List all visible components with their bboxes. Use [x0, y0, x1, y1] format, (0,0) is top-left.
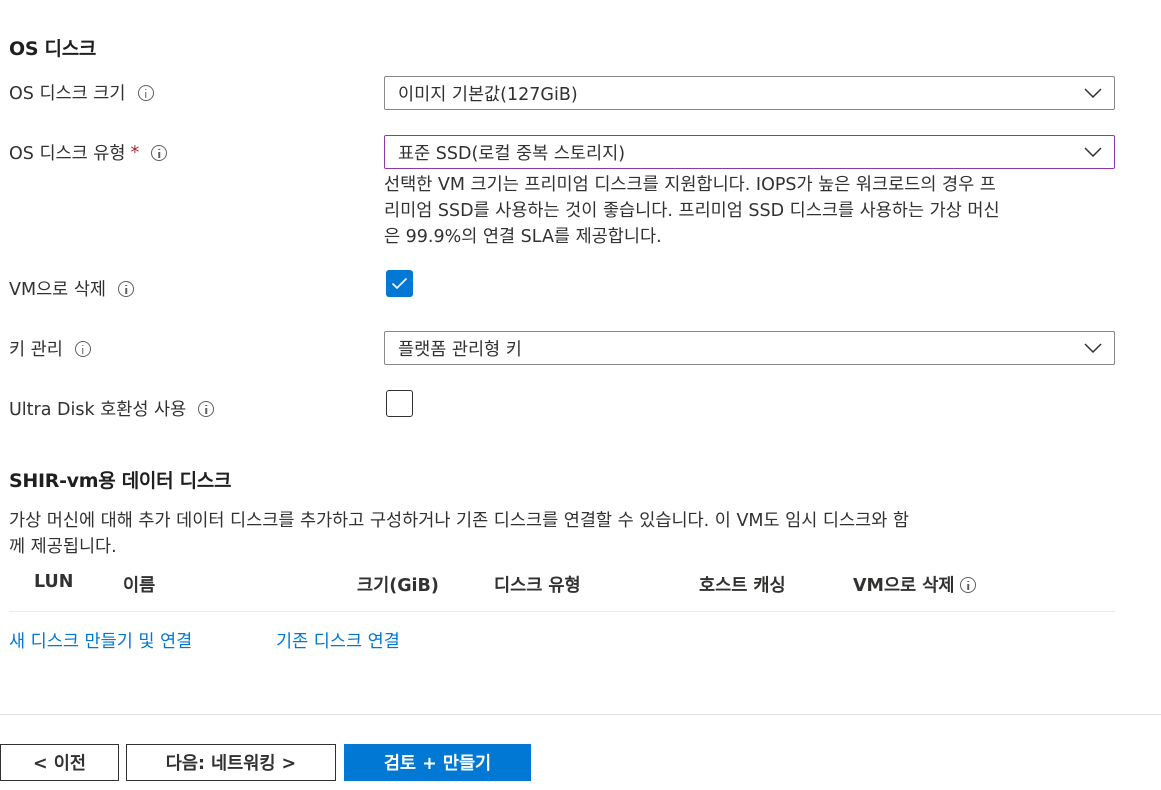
data-disks-section-title: SHIR-vm용 데이터 디스크: [9, 470, 232, 492]
info-icon[interactable]: [151, 144, 168, 161]
info-icon[interactable]: [960, 576, 977, 593]
required-marker: *: [130, 142, 140, 163]
key-management-dropdown[interactable]: 플랫폼 관리형 키: [384, 331, 1115, 365]
os-disk-size-label: OS 디스크 크기: [9, 80, 154, 105]
delete-with-vm-label-text: VM으로 삭제: [9, 280, 107, 300]
os-disk-type-value: 표준 SSD(로컬 중복 스토리지): [398, 143, 626, 164]
os-disk-size-dropdown[interactable]: 이미지 기본값(127GiB): [384, 76, 1115, 110]
key-management-label: 키 관리: [9, 336, 91, 361]
os-disk-type-label: OS 디스크 유형 *: [9, 140, 168, 165]
column-header-disk-type: 디스크 유형: [494, 576, 581, 596]
help-line: 선택한 VM 크기는 프리미엄 디스크를 지원합니다. IOPS가 높은 워크로…: [384, 175, 996, 195]
footer-divider: [0, 714, 1161, 715]
info-icon[interactable]: [137, 84, 154, 101]
info-icon[interactable]: [74, 340, 91, 357]
info-icon[interactable]: [118, 280, 135, 297]
chevron-down-icon: [1084, 147, 1102, 157]
help-line: 리미엄 SSD를 사용하는 것이 좋습니다. 프리미엄 SSD 디스크를 사용하…: [384, 201, 1000, 221]
description-line: 께 제공됩니다.: [9, 537, 117, 557]
data-disks-description: 가상 머신에 대해 추가 데이터 디스크를 추가하고 구성하거나 기존 디스크를…: [9, 508, 1139, 560]
os-disk-section-title: OS 디스크: [9, 38, 97, 60]
ultra-disk-checkbox[interactable]: [386, 390, 413, 417]
description-line: 가상 머신에 대해 추가 데이터 디스크를 추가하고 구성하거나 기존 디스크를…: [9, 511, 909, 531]
next-networking-button[interactable]: 다음: 네트워킹 >: [126, 744, 336, 781]
os-disk-type-help-text: 선택한 VM 크기는 프리미엄 디스크를 지원합니다. IOPS가 높은 워크로…: [384, 172, 1124, 250]
key-management-label-text: 키 관리: [9, 340, 63, 360]
checkmark-icon: [391, 277, 408, 290]
delete-with-vm-label: VM으로 삭제: [9, 276, 135, 301]
attach-existing-disk-link[interactable]: 기존 디스크 연결: [276, 628, 400, 653]
table-divider: [9, 611, 1115, 612]
review-create-button[interactable]: 검토 + 만들기: [344, 744, 531, 781]
info-icon[interactable]: [198, 400, 215, 417]
column-header-size: 크기(GiB): [357, 576, 439, 596]
chevron-down-icon: [1084, 88, 1102, 98]
help-line: 은 99.9%의 연결 SLA를 제공합니다.: [384, 227, 662, 247]
column-header-lun: LUN: [34, 572, 74, 592]
key-management-value: 플랫폼 관리형 키: [398, 339, 522, 360]
chevron-down-icon: [1084, 343, 1102, 353]
os-disk-type-label-text: OS 디스크 유형: [9, 144, 126, 164]
os-disk-size-value: 이미지 기본값(127GiB): [398, 84, 578, 105]
previous-button[interactable]: < 이전: [0, 744, 119, 781]
create-attach-disk-link[interactable]: 새 디스크 만들기 및 연결: [9, 628, 192, 653]
os-disk-size-label-text: OS 디스크 크기: [9, 84, 126, 104]
column-header-delete-with-vm-text: VM으로 삭제: [853, 576, 955, 596]
delete-with-vm-checkbox[interactable]: [386, 270, 413, 297]
column-header-host-caching: 호스트 캐싱: [699, 576, 786, 596]
ultra-disk-label-text: Ultra Disk 호환성 사용: [9, 400, 187, 420]
ultra-disk-label: Ultra Disk 호환성 사용: [9, 396, 215, 421]
column-header-name: 이름: [123, 576, 156, 596]
column-header-delete-with-vm: VM으로 삭제: [853, 572, 977, 597]
os-disk-type-dropdown[interactable]: 표준 SSD(로컬 중복 스토리지): [384, 135, 1115, 169]
